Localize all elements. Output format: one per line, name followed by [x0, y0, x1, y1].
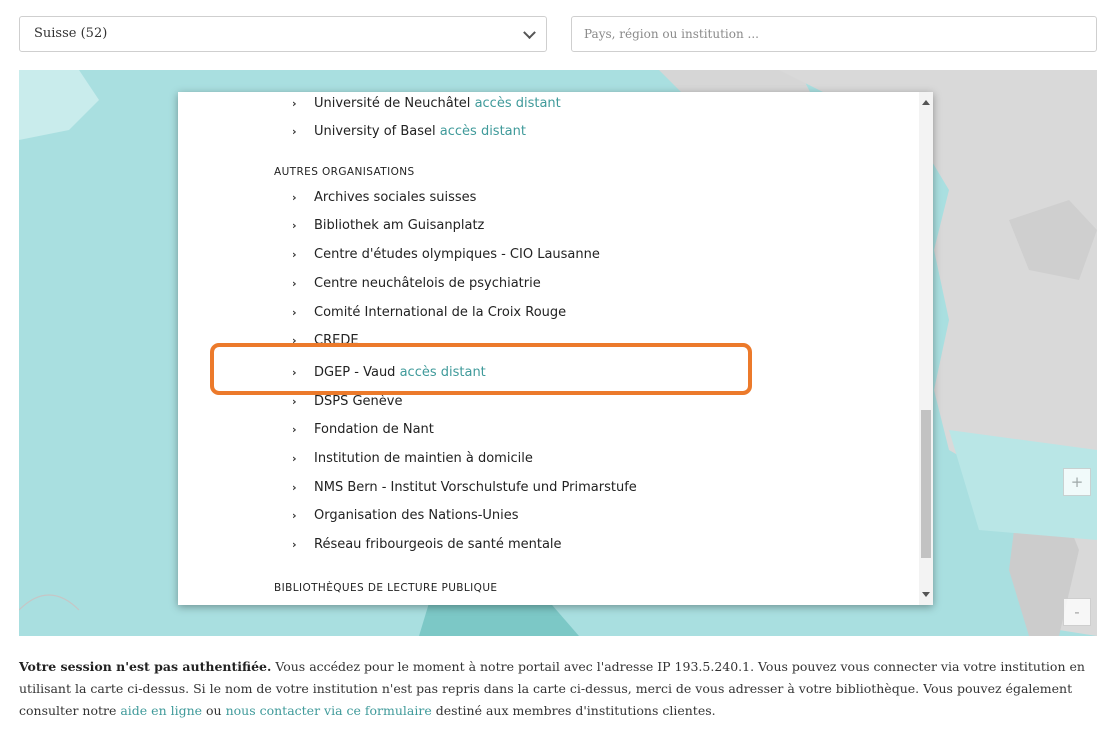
list-item[interactable]: › Institution de maintien à domicile: [292, 447, 533, 471]
list-item[interactable]: › Réseau fribourgeois de santé mentale: [292, 533, 562, 557]
list-item[interactable]: › Centre neuchâtelois de psychiatrie: [292, 272, 541, 296]
zoom-in-button[interactable]: +: [1063, 468, 1091, 496]
chevron-right-icon: ›: [292, 306, 297, 319]
chevron-right-icon: ›: [292, 248, 297, 261]
country-select[interactable]: Suisse (52): [19, 16, 547, 52]
list-item[interactable]: › University of Basel accès distant: [292, 120, 526, 144]
list-item[interactable]: › Comité International de la Croix Rouge: [292, 301, 566, 325]
scrollbar[interactable]: [919, 92, 933, 605]
zoom-out-button[interactable]: -: [1063, 598, 1091, 626]
scroll-up-icon[interactable]: [922, 100, 930, 105]
chevron-right-icon: ›: [292, 509, 297, 522]
chevron-down-icon: [523, 26, 536, 40]
chevron-right-icon: ›: [292, 97, 297, 110]
remote-access-link[interactable]: accès distant: [440, 124, 526, 139]
chevron-right-icon: ›: [292, 452, 297, 465]
chevron-right-icon: ›: [292, 538, 297, 551]
help-link[interactable]: aide en ligne: [120, 703, 202, 718]
search-input[interactable]: [571, 16, 1097, 52]
chevron-right-icon: ›: [292, 423, 297, 436]
session-notice: Votre session n'est pas authentifiée. Vo…: [19, 659, 1085, 718]
chevron-right-icon: ›: [292, 191, 297, 204]
list-item[interactable]: › Université de Neuchâtel accès distant: [292, 92, 561, 116]
scrollbar-thumb[interactable]: [921, 410, 931, 558]
list-item[interactable]: › Centre d'études olympiques - CIO Lausan…: [292, 243, 600, 267]
scroll-down-icon[interactable]: [922, 592, 930, 597]
chevron-right-icon: ›: [292, 481, 297, 494]
list-item[interactable]: › Organisation des Nations-Unies: [292, 504, 519, 528]
section-heading: AUTRES ORGANISATIONS: [274, 166, 415, 178]
remote-access-link[interactable]: accès distant: [475, 96, 561, 111]
country-select-value: Suisse (52): [34, 26, 108, 41]
list-item[interactable]: › Archives sociales suisses: [292, 186, 476, 210]
list-item[interactable]: › NMS Bern - Institut Vorschulstufe und P…: [292, 476, 637, 500]
highlight-box: [210, 343, 752, 395]
chevron-right-icon: ›: [292, 125, 297, 138]
notice-bold: Votre session n'est pas authentifiée.: [19, 659, 272, 674]
chevron-right-icon: ›: [292, 277, 297, 290]
chevron-right-icon: ›: [292, 219, 297, 232]
list-item[interactable]: › Bibliothek am Guisanplatz: [292, 214, 484, 238]
section-heading: BIBLIOTHÈQUES DE LECTURE PUBLIQUE: [274, 582, 498, 594]
list-item[interactable]: › Fondation de Nant: [292, 418, 434, 442]
contact-link[interactable]: nous contacter via ce formulaire: [226, 703, 432, 718]
